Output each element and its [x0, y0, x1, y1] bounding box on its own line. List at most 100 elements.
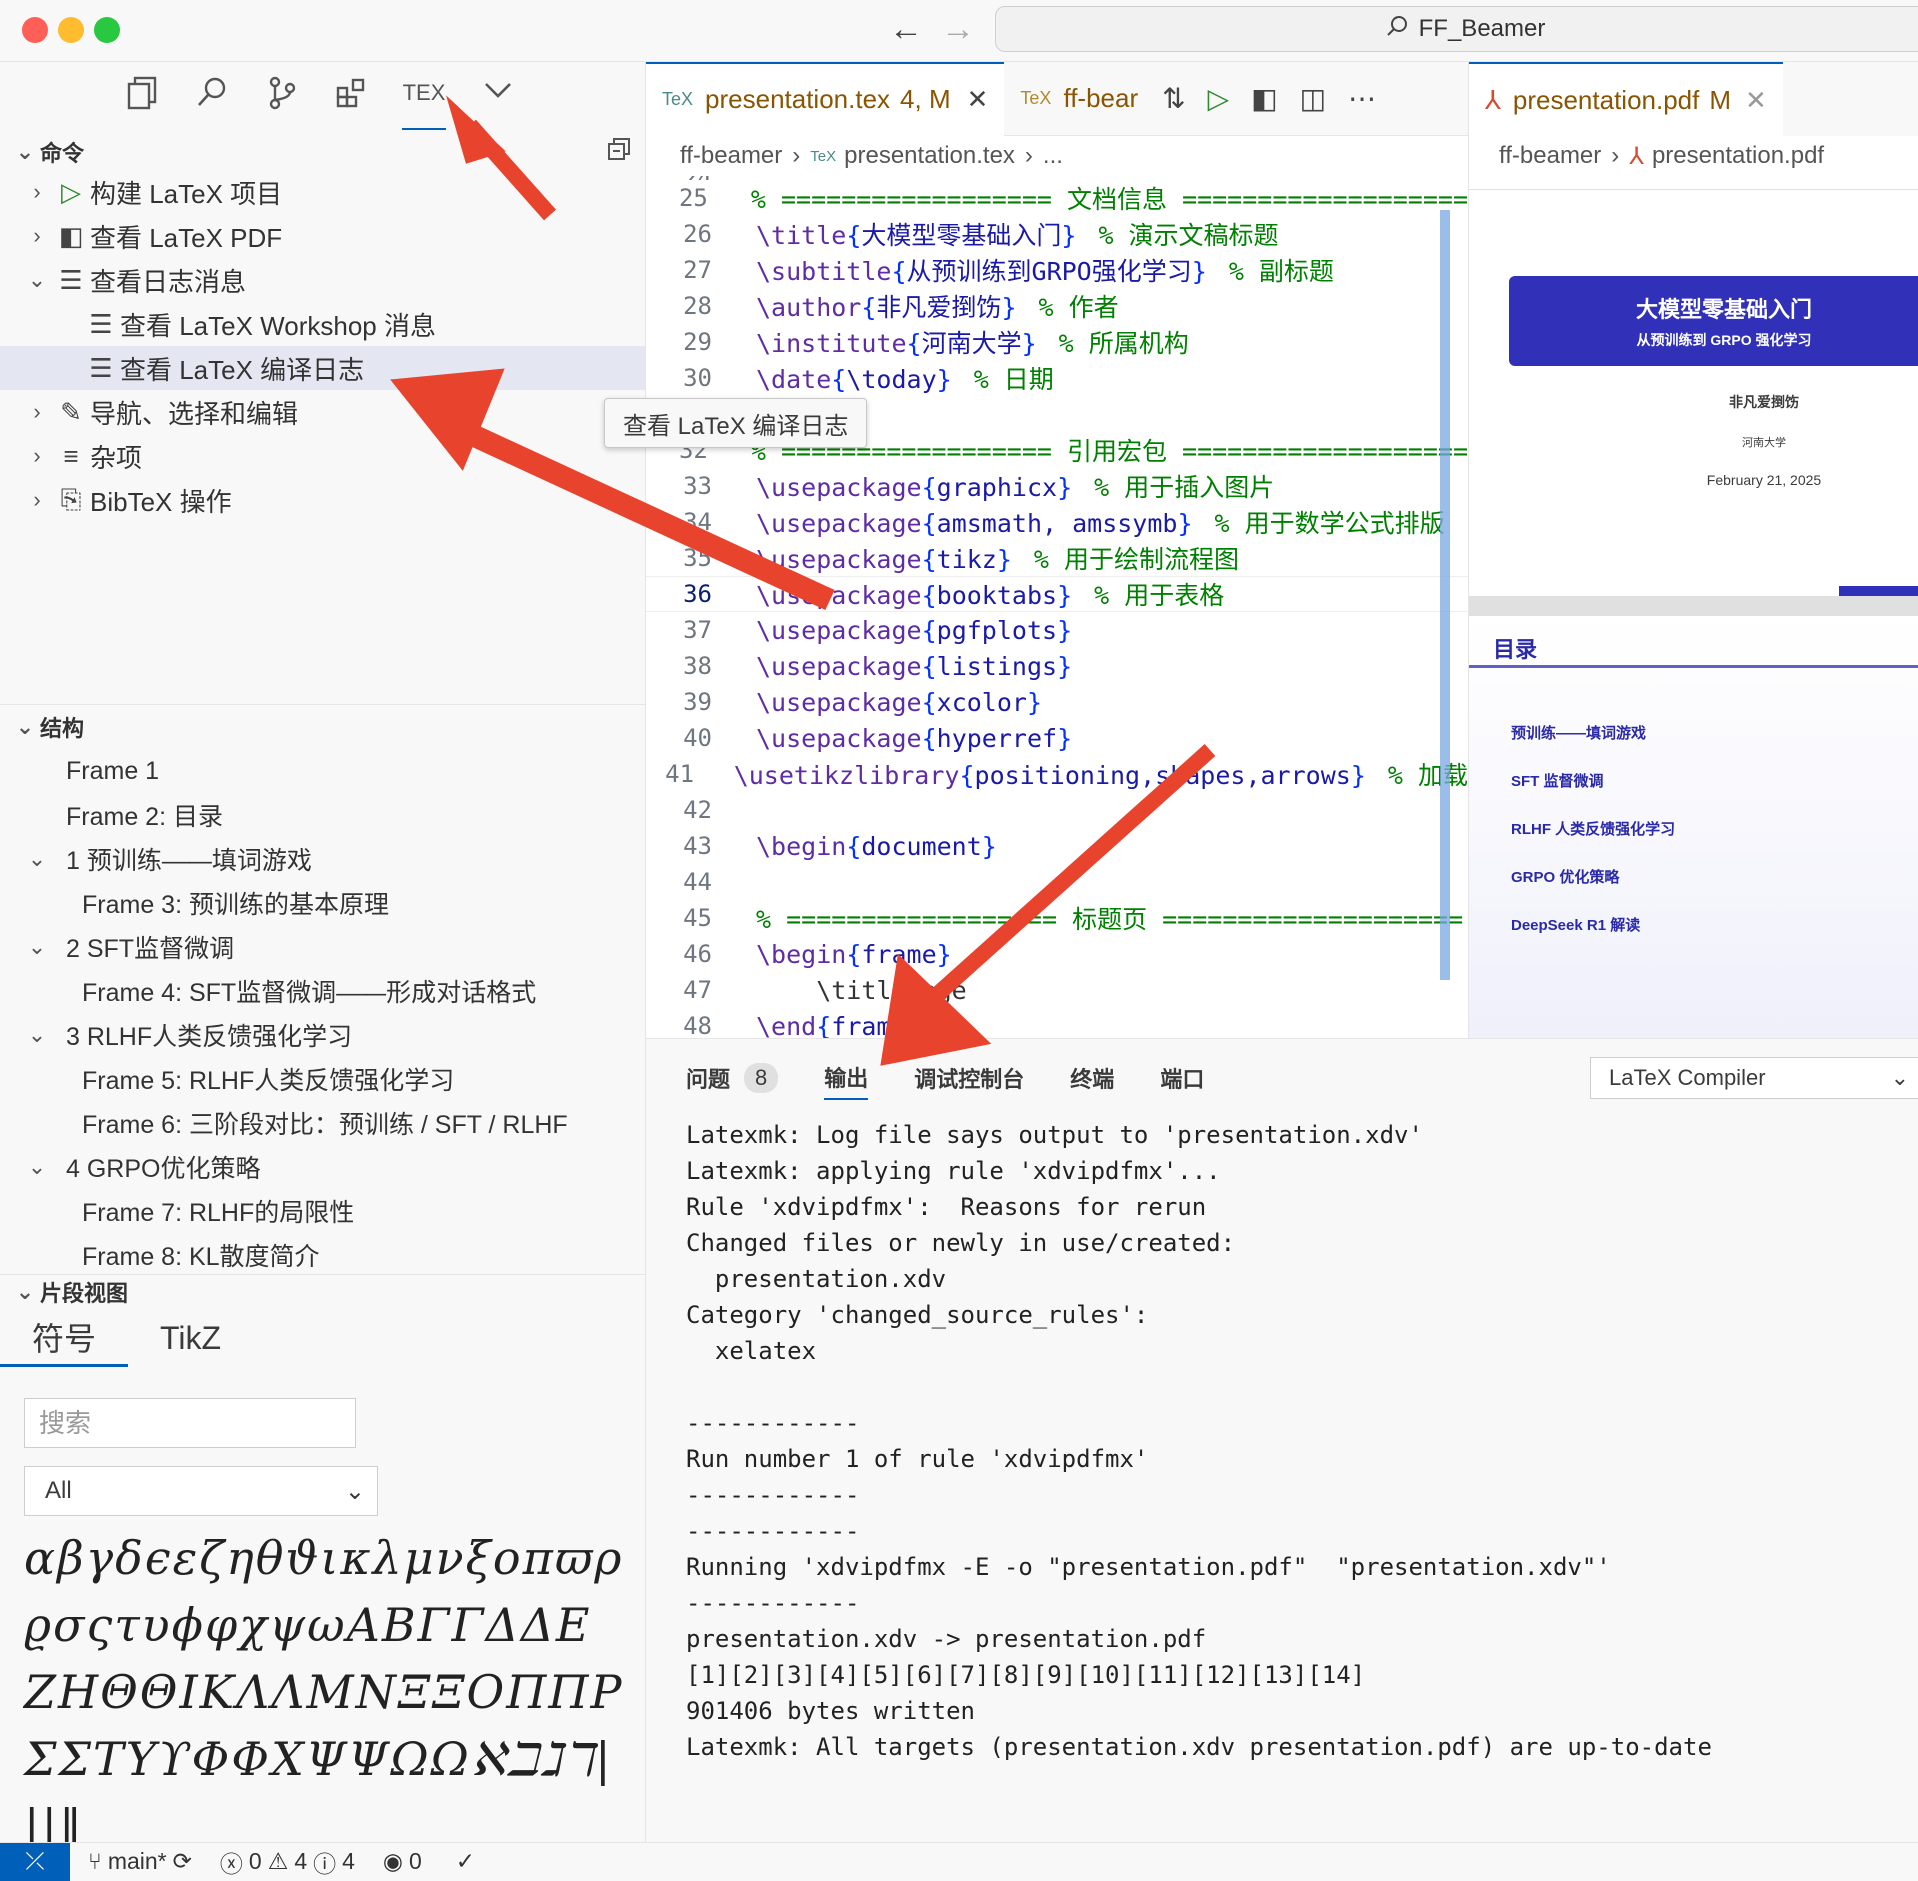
code-line[interactable]: 34 \usepackage{amsmath, amssymb} % 用于数学公式排…: [646, 504, 1468, 540]
command-center-search[interactable]: FF_Beamer: [995, 6, 1918, 52]
brace: }: [1177, 509, 1193, 538]
command-build-latex[interactable]: › ▷ 构建 LaTeX 项目: [0, 170, 645, 214]
snippet-search-input[interactable]: 搜索: [24, 1398, 356, 1448]
tab-presentation-pdf[interactable]: ⅄ presentation.pdf M ✕: [1469, 62, 1783, 136]
snippet-section-header[interactable]: ⌄ 片段视图: [0, 1275, 646, 1309]
tab-problems[interactable]: 问题 8: [686, 1056, 779, 1100]
code-line[interactable]: 46 \begin{frame}: [646, 936, 1468, 972]
ports-indicator[interactable]: ◉ 0: [383, 1848, 422, 1875]
code-line[interactable]: 39 \usepackage{xcolor}: [646, 684, 1468, 720]
tex-icon[interactable]: TEX: [402, 80, 446, 130]
search-icon[interactable]: [190, 76, 234, 116]
close-icon[interactable]: ✕: [967, 84, 989, 115]
code-line[interactable]: 26 \title{大模型零基础入门} % 演示文稿标题: [646, 216, 1468, 252]
structure-item[interactable]: Frame 1: [0, 749, 646, 793]
breadcrumb-item[interactable]: ...: [1043, 142, 1063, 170]
tab-symbols[interactable]: 符号: [0, 1309, 129, 1367]
structure-section-header[interactable]: ⌄ 结构: [0, 705, 646, 749]
explorer-icon[interactable]: [120, 76, 164, 118]
command-misc[interactable]: › ≡ 杂项: [0, 434, 645, 478]
breadcrumb-item[interactable]: ff-beamer: [1499, 142, 1601, 170]
commands-section-header[interactable]: ⌄ 命令: [0, 134, 645, 170]
collapse-all-icon[interactable]: [607, 137, 631, 167]
code-line[interactable]: 41 \usetikzlibrary{positioning,shapes,arr…: [646, 756, 1468, 792]
maximize-window-button[interactable]: [94, 17, 120, 43]
preview-icon[interactable]: ◧: [1251, 82, 1277, 115]
tab-ports[interactable]: 端口: [1160, 1056, 1204, 1100]
toc-item: 预训练——填词游戏: [1511, 724, 1647, 742]
editor-scrollbar[interactable]: [1440, 210, 1450, 980]
code-line[interactable]: 25 % ================== 文档信息 ============…: [646, 180, 1468, 216]
output-channel-select[interactable]: LaTeX Compiler ⌄: [1590, 1057, 1918, 1099]
code-line[interactable]: 48 \end{frame}: [646, 1008, 1468, 1039]
structure-item[interactable]: Frame 6: 三阶段对比：预训练 / SFT / RLHF: [0, 1101, 646, 1145]
tab-tikz[interactable]: TikZ: [128, 1309, 253, 1367]
command-view-pdf[interactable]: › ◧ 查看 LaTeX PDF: [0, 214, 645, 258]
code-editor[interactable]: 24 25 % ================== 文档信息 =========…: [646, 176, 1468, 1038]
structure-section[interactable]: ⌄ 4 GRPO优化策略: [0, 1145, 646, 1189]
source-control-icon[interactable]: [260, 76, 304, 118]
remote-icon[interactable]: ⤫: [0, 1842, 70, 1881]
command-view-workshop-messages[interactable]: ☰ 查看 LaTeX Workshop 消息: [0, 302, 645, 346]
pdf-viewer[interactable]: 大模型零基础入门 从预训练到 GRPO 强化学习 非凡爱捯饬 河南大学 Febr…: [1468, 176, 1918, 1038]
run-icon[interactable]: ▷: [1208, 82, 1230, 115]
command-navigate-select-edit[interactable]: › ✎ 导航、选择和编辑: [0, 390, 645, 434]
structure-item[interactable]: Frame 8: KL散度简介: [0, 1233, 646, 1277]
tab-ff-beamer[interactable]: TeX ff-bear: [1004, 62, 1154, 136]
code-line[interactable]: 40 \usepackage{hyperref}: [646, 720, 1468, 756]
branch-indicator[interactable]: ⑂ main* ⟳: [88, 1848, 192, 1875]
tab-debug-console[interactable]: 调试控制台: [914, 1056, 1024, 1100]
code-line[interactable]: 27 \subtitle{从预训练到GRPO强化学习} % 副标题: [646, 252, 1468, 288]
problems-indicator[interactable]: ⓧ 0 ⚠ 4 ⓘ 4: [220, 1845, 355, 1879]
code-line[interactable]: 33 \usepackage{graphicx} % 用于插入图片: [646, 468, 1468, 504]
structure-section[interactable]: ⌄ 1 预训练——填词游戏: [0, 837, 646, 881]
structure-item[interactable]: Frame 7: RLHF的局限性: [0, 1189, 646, 1233]
snippet-filter-select[interactable]: All ⌄: [24, 1466, 378, 1516]
code-line[interactable]: 36 \usepackage{booktabs} % 用于表格: [646, 576, 1468, 612]
code-line[interactable]: 45 % ================== 标题页 =============…: [646, 900, 1468, 936]
tab-presentation-tex[interactable]: TeX presentation.tex 4, M ✕: [646, 61, 1005, 136]
code-line[interactable]: 28 \author{非凡爱捯饬} % 作者: [646, 288, 1468, 324]
forward-arrow-icon[interactable]: →: [932, 10, 984, 49]
code-line[interactable]: 30 \date{\today} % 日期: [646, 360, 1468, 396]
breadcrumb-item[interactable]: presentation.pdf: [1652, 142, 1824, 170]
structure-item[interactable]: Frame 2: 目录: [0, 793, 646, 837]
structure-item[interactable]: Frame 5: RLHF人类反馈强化学习: [0, 1057, 646, 1101]
code-line[interactable]: 35 \usepackage{tikz} % 用于绘制流程图: [646, 540, 1468, 576]
code-line[interactable]: 47 \titlepage: [646, 972, 1468, 1008]
extensions-icon[interactable]: [330, 76, 374, 118]
compare-changes-icon[interactable]: ⇅: [1162, 82, 1185, 115]
close-icon[interactable]: ✕: [1745, 85, 1767, 116]
tab-output[interactable]: 输出: [824, 1056, 869, 1100]
code-line[interactable]: 38 \usepackage{listings}: [646, 648, 1468, 684]
structure-section[interactable]: ⌄ 2 SFT监督微调: [0, 925, 646, 969]
tab-terminal[interactable]: 终端: [1070, 1056, 1114, 1100]
title-bar: ← → FF_Beamer: [0, 0, 1918, 62]
close-window-button[interactable]: [22, 17, 48, 43]
output-log[interactable]: Latexmk: Log file says output to 'presen…: [686, 1117, 1712, 1765]
structure-section[interactable]: ⌄ 3 RLHF人类反馈强化学习: [0, 1013, 646, 1057]
preview-icon: ◧: [58, 220, 84, 251]
structure-view: ⌄ 结构 Frame 1 Frame 2: 目录 ⌄ 1 预训练——填词游戏 Fr…: [0, 704, 646, 1277]
command-view-logs[interactable]: ⌄ ☰ 查看日志消息: [0, 258, 645, 302]
structure-item[interactable]: Frame 3: 预训练的基本原理: [0, 881, 646, 925]
code-line[interactable]: 37 \usepackage{pgfplots}: [646, 612, 1468, 648]
tab-status: M: [1709, 84, 1732, 115]
code-line[interactable]: 29 \institute{河南大学} % 所属机构: [646, 324, 1468, 360]
code-line[interactable]: 44: [646, 864, 1468, 900]
code-line[interactable]: 43 \begin{document}: [646, 828, 1468, 864]
split-editor-icon[interactable]: ◫: [1300, 82, 1326, 115]
minimize-window-button[interactable]: [58, 17, 84, 43]
structure-item[interactable]: Frame 4: SFT监督微调——形成对话格式: [0, 969, 646, 1013]
command-bibtex[interactable]: › ⎘ BibTeX 操作: [0, 478, 645, 522]
back-arrow-icon[interactable]: ←: [880, 10, 932, 49]
check-icon[interactable]: ✓: [456, 1848, 475, 1875]
more-actions-icon[interactable]: ⋯: [1348, 82, 1376, 115]
breadcrumb-item[interactable]: ff-beamer: [680, 142, 782, 170]
code-line[interactable]: 42: [646, 792, 1468, 828]
breadcrumb-item[interactable]: presentation.tex: [844, 142, 1015, 170]
chevron-down-icon[interactable]: [476, 74, 520, 112]
command-view-compile-log[interactable]: ☰ 查看 LaTeX 编译日志: [0, 346, 645, 390]
log-file-icon: ☰: [59, 264, 83, 295]
symbol-grid[interactable]: αβγδϵεζηθϑικλμνξοπϖρϱσςτυϕφχψωΑΒΓΓΔΔΕΖΗΘ…: [24, 1525, 624, 1860]
